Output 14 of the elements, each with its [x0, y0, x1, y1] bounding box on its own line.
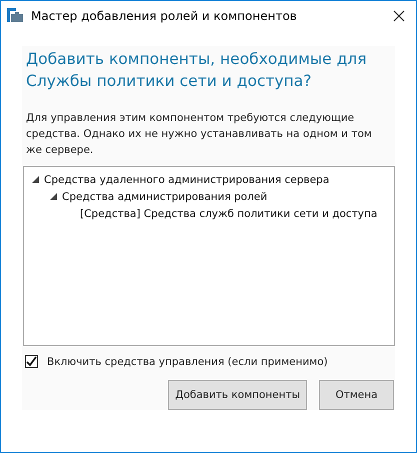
description-text: Для управления этим компонентом требуются следующие средства. Однако их не нужно устанавливать на одном и том же сервере.: [25, 111, 373, 158]
app-icon: [7, 8, 23, 24]
tree-item[interactable]: Средства удаленного администрирования сервера: [44, 174, 330, 186]
dialog-heading: Добавить компоненты, необходимые для Службы политики сети и доступа?: [25, 49, 368, 92]
tree-item[interactable]: Средства администрирования ролей: [62, 190, 268, 202]
expand-icon[interactable]: [50, 193, 57, 200]
add-features-button[interactable]: Добавить компоненты: [168, 380, 307, 410]
tree-item[interactable]: [Средства] Средства служб политики сети и доступа: [80, 208, 378, 220]
expand-icon[interactable]: [32, 176, 39, 183]
window-title: Мастер добавления ролей и компонентов: [31, 9, 297, 23]
checkbox-label: Включить средства управления (если применимо): [47, 356, 328, 368]
close-icon[interactable]: [393, 10, 405, 22]
cancel-button[interactable]: Отмена: [319, 380, 394, 410]
checkbox[interactable]: [25, 355, 38, 368]
